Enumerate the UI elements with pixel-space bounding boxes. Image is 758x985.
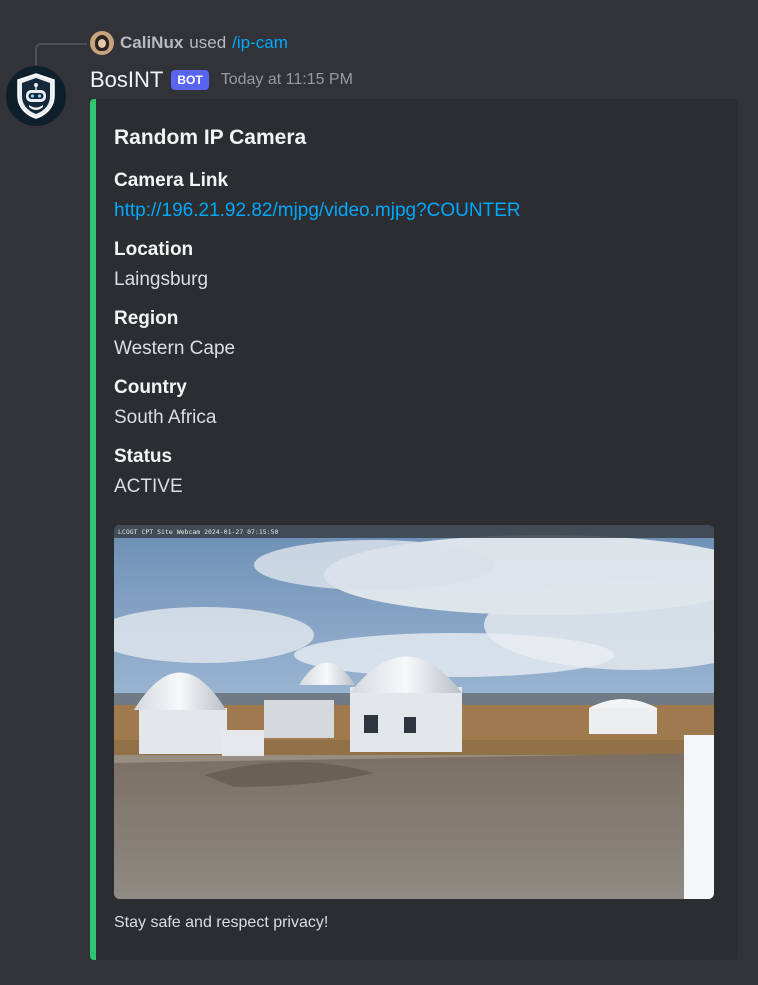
field-name: Location	[114, 239, 194, 260]
embed-footer: Stay safe and respect privacy!	[114, 914, 329, 931]
field-name: Status	[114, 446, 173, 467]
field-value: http://196.21.92.82/mjpg/video.mjpg?COUN…	[114, 200, 521, 222]
field-name: Country	[114, 377, 187, 398]
webcam-snapshot: LCOGT CPT Site Webcam 2024-01-27 07:15:5…	[114, 525, 714, 899]
embed-image[interactable]: LCOGT CPT Site Webcam 2024-01-27 07:15:5…	[114, 525, 714, 899]
reply-connector	[35, 43, 87, 65]
webcam-overlay-text: LCOGT CPT Site Webcam 2024-01-27 07:15:5…	[118, 528, 279, 536]
field-name: Region	[114, 308, 179, 329]
camera-link[interactable]: http://196.21.92.82/mjpg/video.mjpg?COUN…	[114, 200, 521, 221]
message-header: BosINT BOT Today at 11:15 PM	[90, 66, 353, 94]
bot-badge: BOT	[171, 70, 209, 90]
reply-user-avatar[interactable]	[90, 31, 114, 55]
reply-verb: used	[189, 33, 227, 52]
field-value: Laingsburg	[114, 269, 209, 290]
reply-username[interactable]: CaliNux	[120, 33, 183, 53]
field-location: Location Laingsburg	[114, 239, 208, 291]
embed-card: Random IP Camera Camera Link http://196.…	[90, 99, 738, 960]
field-value: South Africa	[114, 407, 217, 428]
field-region: Region Western Cape	[114, 308, 235, 360]
field-value: ACTIVE	[114, 476, 183, 497]
bot-username[interactable]: BosINT	[90, 67, 163, 93]
reply-context[interactable]: CaliNux used /ip-cam	[90, 31, 288, 55]
field-status: Status ACTIVE	[114, 446, 183, 498]
message-timestamp[interactable]: Today at 11:15 PM	[221, 71, 353, 89]
field-camera-link: Camera Link http://196.21.92.82/mjpg/vid…	[114, 170, 521, 222]
field-name: Camera Link	[114, 170, 229, 191]
bot-avatar[interactable]	[6, 66, 66, 126]
embed-title: Random IP Camera	[114, 126, 307, 149]
reply-command[interactable]: /ip-cam	[232, 33, 288, 53]
field-value: Western Cape	[114, 338, 236, 359]
robot-shield-icon	[17, 73, 55, 119]
field-country: Country South Africa	[114, 377, 216, 429]
